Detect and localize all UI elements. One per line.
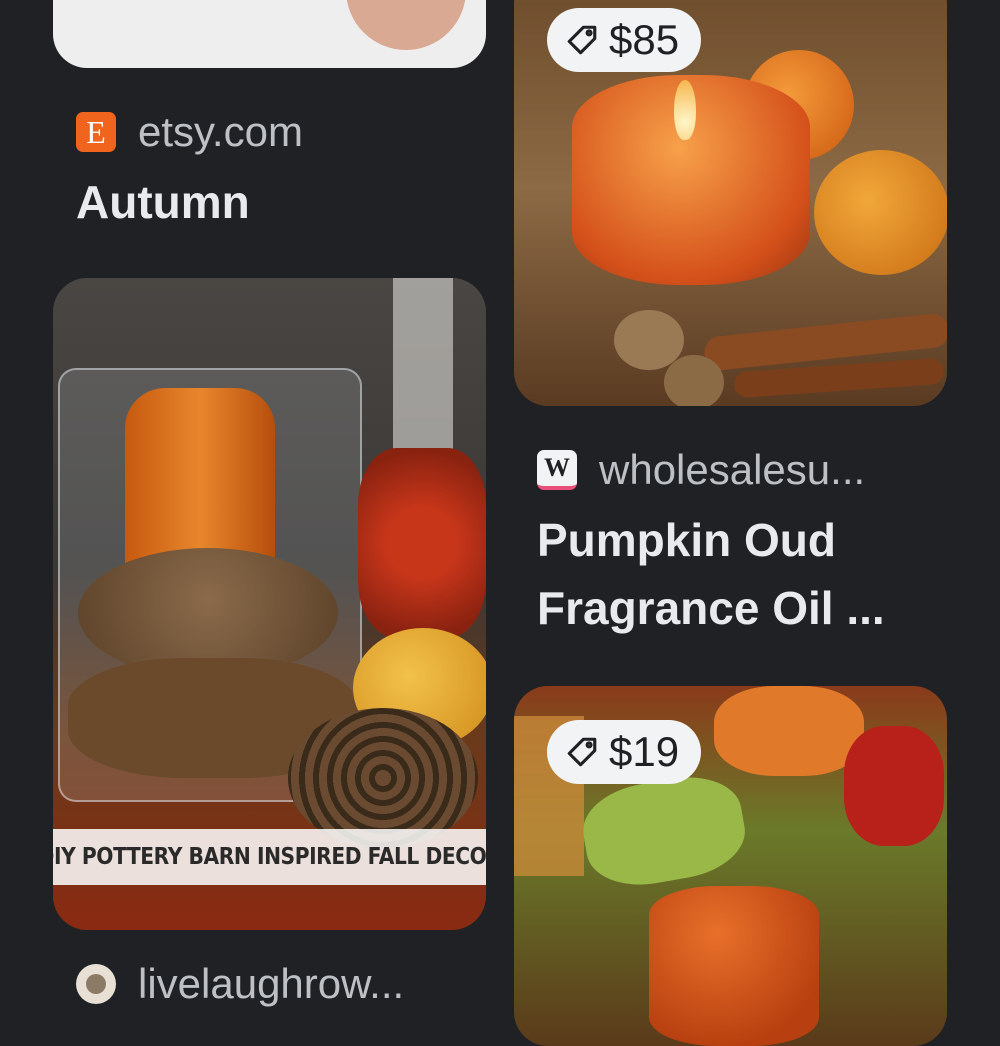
- result-title-autumn[interactable]: Autumn: [76, 168, 250, 236]
- etsy-favicon-icon: E: [76, 112, 116, 152]
- result-source-etsy[interactable]: E etsy.com: [76, 108, 303, 156]
- result-title-pumpkin-oud[interactable]: Pumpkin Oud Fragrance Oil ...: [537, 506, 885, 642]
- source-domain: etsy.com: [138, 108, 303, 155]
- price-badge: $85: [547, 8, 702, 72]
- result-source-livelaughrow[interactable]: livelaughrow...: [76, 960, 404, 1008]
- tag-icon: [567, 737, 597, 767]
- result-image-autumn[interactable]: [53, 0, 486, 68]
- price-text: $19: [609, 728, 680, 775]
- title-line: Fragrance Oil ...: [537, 582, 885, 634]
- livelaughrow-favicon-icon: [76, 964, 116, 1004]
- wholesale-favicon-icon: W: [537, 450, 577, 490]
- price-text: $85: [609, 16, 680, 63]
- source-domain: wholesalesu...: [599, 446, 866, 493]
- title-line: Pumpkin Oud: [537, 514, 836, 566]
- result-image-diy-decor[interactable]: DIY POTTERY BARN INSPIRED FALL DECOR: [53, 278, 486, 930]
- image-caption: DIY POTTERY BARN INSPIRED FALL DECOR: [53, 844, 486, 870]
- price-badge: $19: [547, 720, 702, 784]
- tag-icon: [567, 25, 597, 55]
- source-domain: livelaughrow...: [138, 960, 405, 1007]
- result-source-wholesale[interactable]: W wholesalesu...: [537, 446, 865, 494]
